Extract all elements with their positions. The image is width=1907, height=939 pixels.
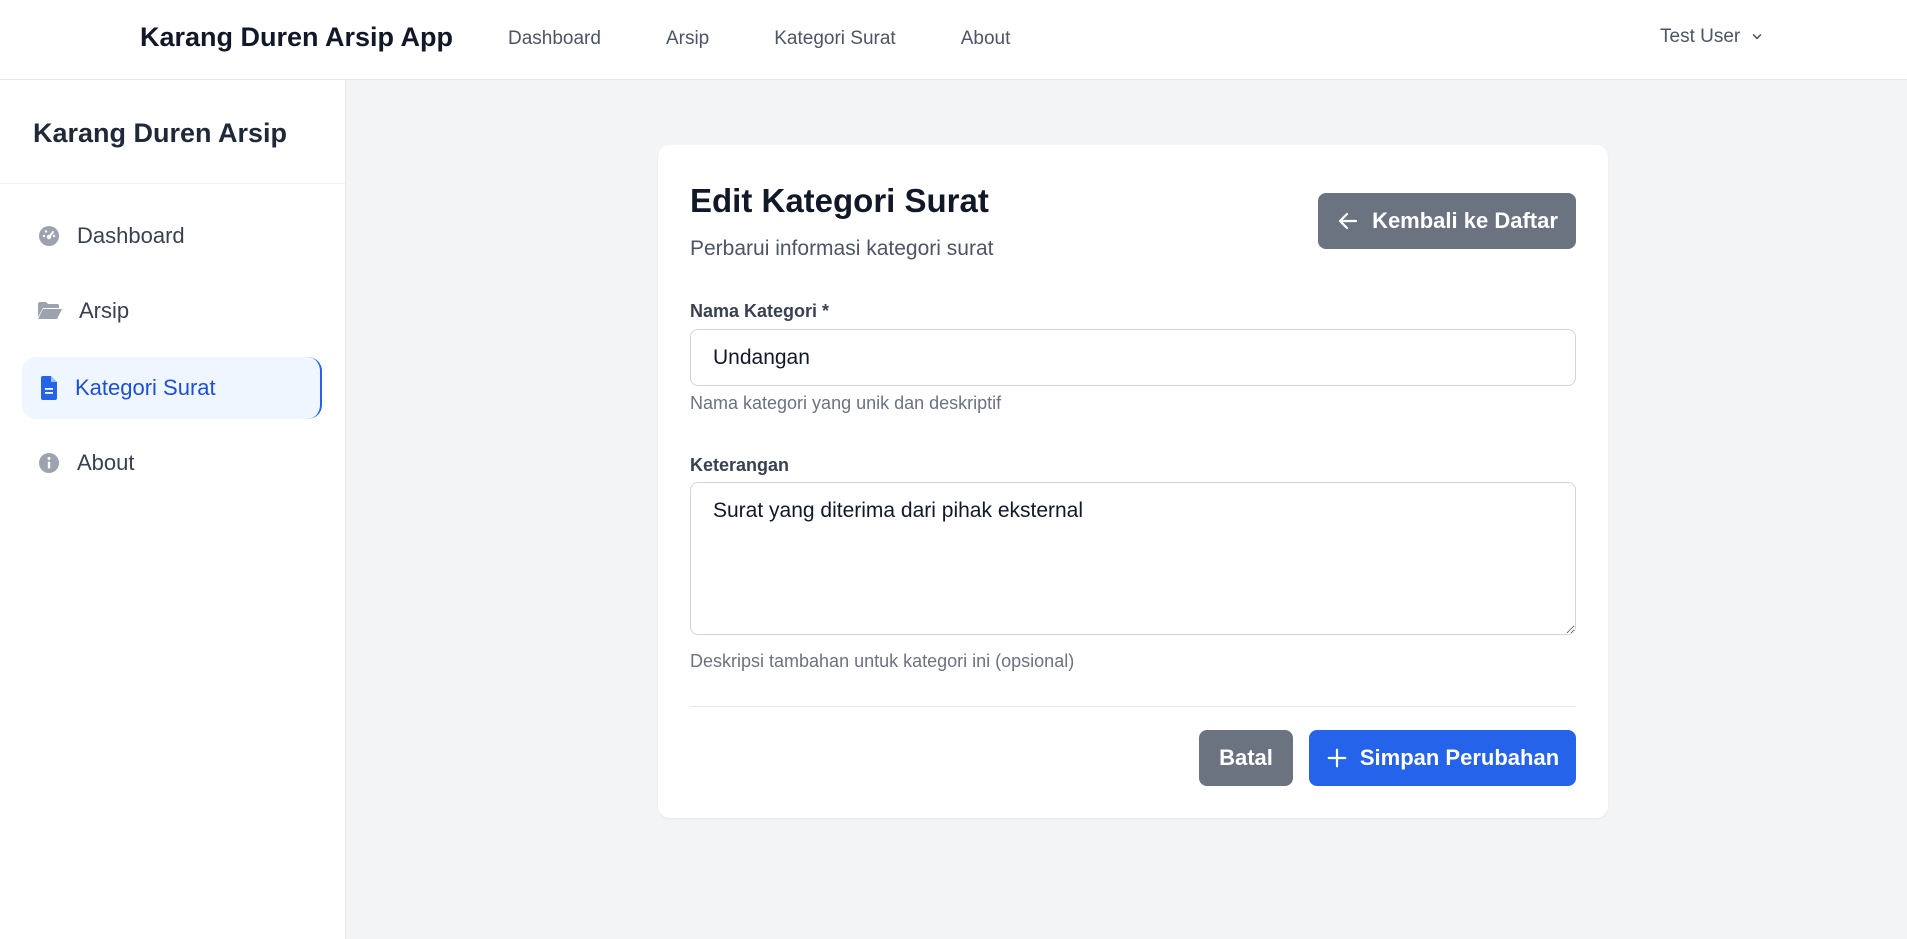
- topnav-about[interactable]: About: [961, 26, 1011, 52]
- page-subtitle: Perbarui informasi kategori surat: [690, 237, 994, 260]
- info-circle-icon: [37, 451, 61, 475]
- arrow-left-icon: [1338, 212, 1358, 230]
- topnav-dashboard[interactable]: Dashboard: [508, 26, 601, 52]
- category-name-input[interactable]: [690, 329, 1576, 386]
- plus-icon: [1327, 748, 1347, 768]
- file-icon: [37, 376, 61, 400]
- sidebar-brand: Karang Duren Arsip: [0, 80, 345, 184]
- sidebar-item-arsip[interactable]: Arsip: [22, 279, 322, 343]
- sidebar-item-about[interactable]: About: [22, 431, 322, 495]
- back-to-list-button[interactable]: Kembali ke Daftar: [1318, 193, 1576, 249]
- sidebar: Karang Duren Arsip Dashboard Arsip Kateg…: [0, 80, 346, 939]
- sidebar-item-kategori-surat[interactable]: Kategori Surat: [22, 357, 322, 419]
- topnav-kategori-surat[interactable]: Kategori Surat: [774, 26, 895, 52]
- save-button-label: Simpan Perubahan: [1359, 745, 1560, 770]
- name-field-label: Nama Kategori *: [690, 301, 830, 321]
- save-changes-button[interactable]: Simpan Perubahan: [1309, 730, 1576, 786]
- sidebar-item-label: Kategori Surat: [75, 375, 216, 400]
- user-menu[interactable]: Test User: [1660, 24, 1764, 50]
- cancel-button[interactable]: Batal: [1199, 730, 1293, 786]
- sidebar-item-label: Arsip: [79, 298, 130, 323]
- description-textarea[interactable]: Surat yang diterima dari pihak eksternal: [690, 482, 1576, 635]
- description-field-help: Deskripsi tambahan untuk kategori ini (o…: [690, 651, 1075, 671]
- top-nav: Dashboard Arsip Kategori Surat About: [508, 26, 1075, 52]
- name-field-help: Nama kategori yang unik dan deskriptif: [690, 393, 1002, 413]
- sidebar-item-label: About: [77, 450, 135, 475]
- topnav-arsip[interactable]: Arsip: [666, 26, 709, 52]
- back-button-label: Kembali ke Daftar: [1372, 208, 1558, 233]
- description-field-label: Keterangan: [690, 455, 790, 475]
- sidebar-item-dashboard[interactable]: Dashboard: [22, 204, 322, 268]
- page-title: Edit Kategori Surat: [690, 182, 989, 219]
- edit-form-card: Edit Kategori Surat Perbarui informasi k…: [658, 145, 1608, 818]
- user-name: Test User: [1660, 26, 1741, 47]
- top-navbar: Karang Duren Arsip App Dashboard Arsip K…: [0, 0, 1907, 80]
- folder-open-icon: [37, 299, 63, 323]
- app-title[interactable]: Karang Duren Arsip App: [140, 20, 453, 54]
- chevron-down-icon: [1752, 34, 1762, 40]
- gauge-icon: [37, 224, 61, 248]
- sidebar-item-label: Dashboard: [77, 223, 185, 248]
- form-divider: [690, 706, 1576, 707]
